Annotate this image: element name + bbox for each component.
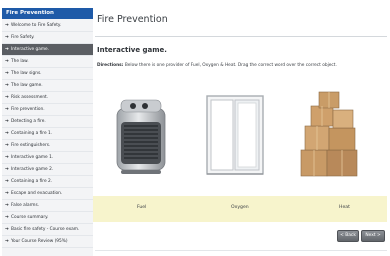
arrow-icon: ➔ (5, 23, 9, 28)
sidebar-item-label: The law. (11, 59, 29, 64)
word-heat[interactable]: Heat (339, 205, 350, 210)
arrow-icon: ➔ (5, 131, 9, 136)
arrow-icon: ➔ (5, 143, 9, 148)
sidebar-item-label: False alarms. (11, 203, 40, 208)
sidebar-item-label: Fire Safety. (11, 35, 35, 40)
sidebar-item-course-review[interactable]: ➔ Your Course Review (95%) (2, 236, 93, 248)
boxes-icon[interactable] (297, 88, 363, 180)
sidebar-item-label: Interactive game 1. (11, 155, 54, 160)
back-button[interactable]: < Back (337, 230, 359, 242)
sidebar-item-label: Interactive game 2. (11, 167, 54, 172)
sidebar-item-label: The law signs. (11, 71, 42, 76)
window-icon[interactable] (205, 94, 265, 176)
arrow-icon: ➔ (5, 107, 9, 112)
sidebar-item-welcome[interactable]: ➔ Welcome to Fire Safety. (2, 20, 93, 32)
sidebar-item-fire-safety[interactable]: ➔ Fire Safety. (2, 32, 93, 44)
sidebar-item-fire-extinguishers[interactable]: ➔ Fire extinguishers. (2, 140, 93, 152)
arrow-icon: ➔ (5, 227, 9, 232)
game-images (93, 86, 390, 191)
arrow-icon: ➔ (5, 71, 9, 76)
sidebar-item-containing-fire-2[interactable]: ➔ Containing a fire 2. (2, 176, 93, 188)
sidebar-item-label: Course summary. (11, 215, 49, 220)
sidebar-item-risk-assessment[interactable]: ➔ Risk assessment. (2, 92, 93, 104)
sidebar-item-label: Basic fire safety - Course exam. (11, 227, 80, 232)
sidebar-item-label: The law game. (11, 83, 43, 88)
arrow-icon: ➔ (5, 203, 9, 208)
sidebar-item-label: Detecting a fire. (11, 119, 46, 124)
sidebar-item-law-game[interactable]: ➔ The law game. (2, 80, 93, 92)
sidebar-item-label: Escape and evacuation. (11, 191, 63, 196)
sidebar-item-escape-evacuation[interactable]: ➔ Escape and evacuation. (2, 188, 93, 200)
sidebar-item-label: Your Course Review (95%) (11, 239, 68, 244)
arrow-icon: ➔ (5, 95, 9, 100)
sidebar-item-course-summary[interactable]: ➔ Course summary. (2, 212, 93, 224)
arrow-icon: ➔ (5, 155, 9, 160)
word-oxygen[interactable]: Oxygen (231, 205, 249, 210)
sidebar-item-interactive-game[interactable]: ➔ Interactive game. (2, 44, 93, 56)
next-button[interactable]: Next > (361, 230, 385, 242)
sidebar-item-the-law[interactable]: ➔ The law. (2, 56, 93, 68)
sidebar-item-fire-prevention[interactable]: ➔ Fire prevention. (2, 104, 93, 116)
page-title: Fire Prevention (97, 14, 168, 25)
arrow-icon: ➔ (5, 35, 9, 40)
sidebar-item-label: Welcome to Fire Safety. (11, 23, 62, 28)
sidebar-item-course-exam[interactable]: ➔ Basic fire safety - Course exam. (2, 224, 93, 236)
sidebar-item-detecting-fire[interactable]: ➔ Detecting a fire. (2, 116, 93, 128)
arrow-icon: ➔ (5, 119, 9, 124)
directions-body: Below there is one provider of Fuel, Oxy… (124, 63, 337, 68)
sidebar: Fire Prevention ➔ Welcome to Fire Safety.… (2, 8, 94, 256)
sidebar-item-label: Fire extinguishers. (11, 143, 51, 148)
directions-text: Directions: Below there is one provider … (97, 63, 385, 68)
heater-icon[interactable] (111, 92, 171, 178)
arrow-icon: ➔ (5, 179, 9, 184)
sidebar-list: ➔ Welcome to Fire Safety. ➔ Fire Safety. ➔… (2, 20, 93, 248)
word-fuel[interactable]: Fuel (137, 205, 146, 210)
arrow-icon: ➔ (5, 215, 9, 220)
arrow-icon: ➔ (5, 239, 9, 244)
sidebar-item-containing-fire-1[interactable]: ➔ Containing a fire 1. (2, 128, 93, 140)
main-panel: Fire Prevention Interactive game. Direct… (93, 8, 390, 256)
footer-divider (95, 250, 387, 251)
arrow-icon: ➔ (5, 59, 9, 64)
sidebar-item-label: Containing a fire 1. (11, 131, 53, 136)
arrow-icon: ➔ (5, 83, 9, 88)
directions-label: Directions: (97, 63, 124, 68)
arrow-icon: ➔ (5, 167, 9, 172)
sidebar-item-false-alarms[interactable]: ➔ False alarms. (2, 200, 93, 212)
sidebar-item-label: Interactive game. (11, 47, 50, 52)
section-title: Interactive game. (97, 46, 167, 54)
sidebar-title: Fire Prevention (2, 8, 93, 19)
divider (95, 36, 387, 37)
app-window: Fire Prevention ➔ Welcome to Fire Safety.… (0, 0, 390, 256)
sidebar-item-law-signs[interactable]: ➔ The law signs. (2, 68, 93, 80)
arrow-icon: ➔ (5, 47, 9, 52)
sidebar-item-interactive-game-2[interactable]: ➔ Interactive game 2. (2, 164, 93, 176)
drop-zone-bar: Fuel Oxygen Heat (93, 196, 387, 222)
sidebar-item-interactive-game-1[interactable]: ➔ Interactive game 1. (2, 152, 93, 164)
sidebar-item-label: Fire prevention. (11, 107, 45, 112)
sidebar-item-label: Containing a fire 2. (11, 179, 53, 184)
sidebar-item-label: Risk assessment. (11, 95, 49, 100)
arrow-icon: ➔ (5, 191, 9, 196)
